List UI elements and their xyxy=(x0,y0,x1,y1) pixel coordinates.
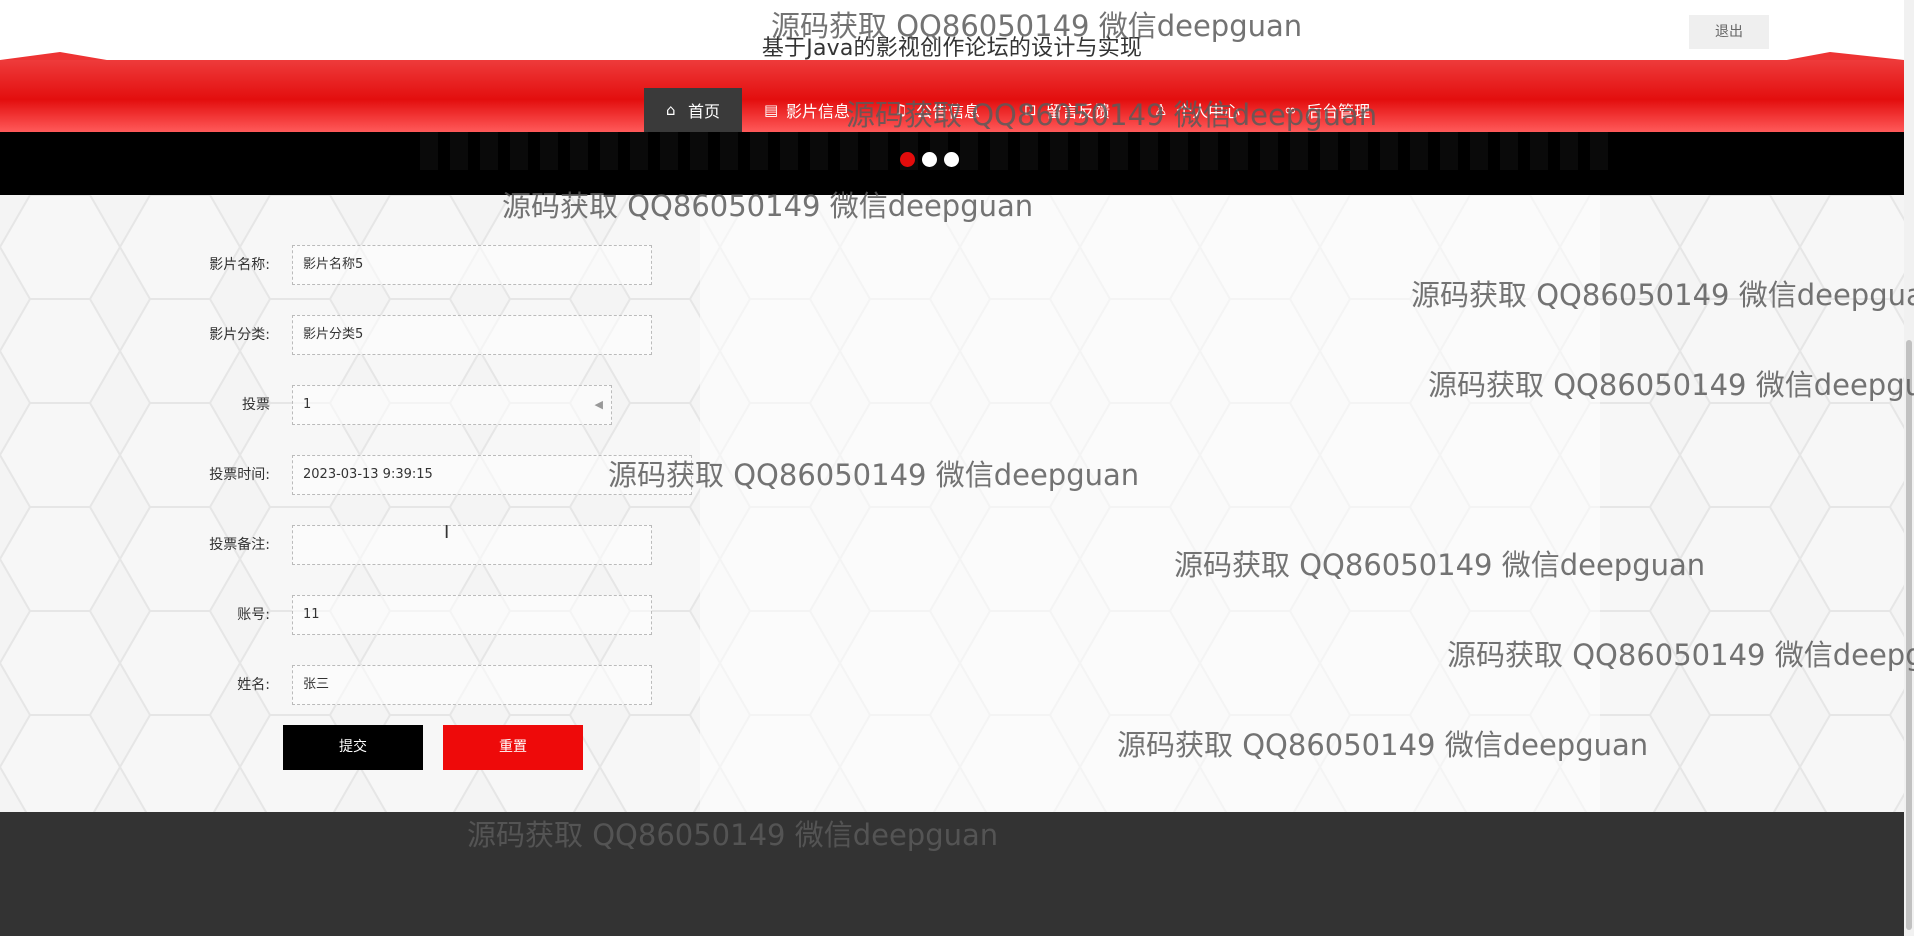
film-name-label: 影片名称: xyxy=(209,257,270,273)
user-icon: ♙ xyxy=(1154,101,1168,119)
form-row-account: 账号: 11 xyxy=(0,595,900,635)
film-category-label: 影片分类: xyxy=(209,327,270,343)
account-field[interactable]: 11 xyxy=(292,595,652,635)
form-row-film-name: 影片名称: 影片名称5 xyxy=(0,245,900,285)
nav-item-label: 公告信息 xyxy=(916,102,981,121)
site-title: 基于Java的影视创作论坛的设计与实现 xyxy=(761,36,1143,61)
home-icon: ⌂ xyxy=(666,101,676,119)
account-label: 账号: xyxy=(237,607,270,623)
nav-item-admin[interactable]: ∞ 后台管理 xyxy=(1262,88,1392,132)
content-area: 影片名称: 影片名称5 影片分类: 影片分类5 投票 1 ◀ 投票时间: 202… xyxy=(0,195,1904,812)
scrollbar-thumb[interactable] xyxy=(1906,340,1912,930)
form-row-film-category: 影片分类: 影片分类5 xyxy=(0,315,900,355)
vote-select[interactable]: 1 ◀ xyxy=(292,385,612,425)
name-field[interactable]: 张三 xyxy=(292,665,652,705)
form-row-vote-time: 投票时间: 2023-03-13 9:39:15 xyxy=(0,455,900,495)
form-row-vote-note: 投票备注: xyxy=(0,525,900,565)
nav-item-feedback[interactable]: ⊡ 留言反馈 xyxy=(1002,88,1132,132)
vote-note-field[interactable] xyxy=(292,525,652,565)
nav-item-label: 留言反馈 xyxy=(1046,102,1111,121)
carousel-dot-1[interactable] xyxy=(900,152,915,167)
main-nav: ⌂ 首页 ▤ 影片信息 ♫ 公告信息 ⊡ 留言反馈 ♙ 个人中心 ∞ 后台管理 xyxy=(644,88,1392,132)
film-category-field[interactable]: 影片分类5 xyxy=(292,315,652,355)
nav-item-notice[interactable]: ♫ 公告信息 xyxy=(872,88,1002,132)
link-icon: ∞ xyxy=(1284,101,1297,119)
reset-button[interactable]: 重置 xyxy=(443,725,583,770)
carousel-dot-2[interactable] xyxy=(922,152,937,167)
name-label: 姓名: xyxy=(237,677,270,693)
vote-note-label: 投票备注: xyxy=(209,537,270,553)
vote-label: 投票 xyxy=(242,397,270,413)
carousel-dot-3[interactable] xyxy=(944,152,959,167)
banner-image xyxy=(420,132,1620,170)
nav-item-label: 首页 xyxy=(688,102,721,121)
nav-item-label: 影片信息 xyxy=(786,102,851,121)
text-cursor-icon: I xyxy=(444,522,450,543)
vote-time-field[interactable]: 2023-03-13 9:39:15 xyxy=(292,455,692,495)
film-icon: ▤ xyxy=(764,101,779,119)
nav-item-film-info[interactable]: ▤ 影片信息 xyxy=(742,88,872,132)
footer xyxy=(0,812,1904,936)
logout-button[interactable]: 退出 xyxy=(1689,15,1769,49)
vote-select-value: 1 xyxy=(303,397,312,412)
form-row-name: 姓名: 张三 xyxy=(0,665,900,705)
nav-item-label: 后台管理 xyxy=(1306,102,1371,121)
notice-icon: ♫ xyxy=(894,101,908,119)
vote-time-label: 投票时间: xyxy=(209,467,270,483)
vote-form: 影片名称: 影片名称5 影片分类: 影片分类5 投票 1 ◀ 投票时间: 202… xyxy=(0,195,900,812)
nav-item-home[interactable]: ⌂ 首页 xyxy=(644,88,743,132)
form-row-vote: 投票 1 ◀ xyxy=(0,385,900,425)
caret-left-icon: ◀ xyxy=(594,398,603,411)
nav-item-profile[interactable]: ♙ 个人中心 xyxy=(1132,88,1262,132)
submit-button[interactable]: 提交 xyxy=(283,725,423,770)
film-name-field[interactable]: 影片名称5 xyxy=(292,245,652,285)
header: 基于Java的影视创作论坛的设计与实现 退出 ⌂ 首页 ▤ 影片信息 ♫ 公告信… xyxy=(0,0,1904,195)
message-icon: ⊡ xyxy=(1024,101,1037,119)
nav-item-label: 个人中心 xyxy=(1176,102,1241,121)
carousel-dots xyxy=(900,152,959,167)
